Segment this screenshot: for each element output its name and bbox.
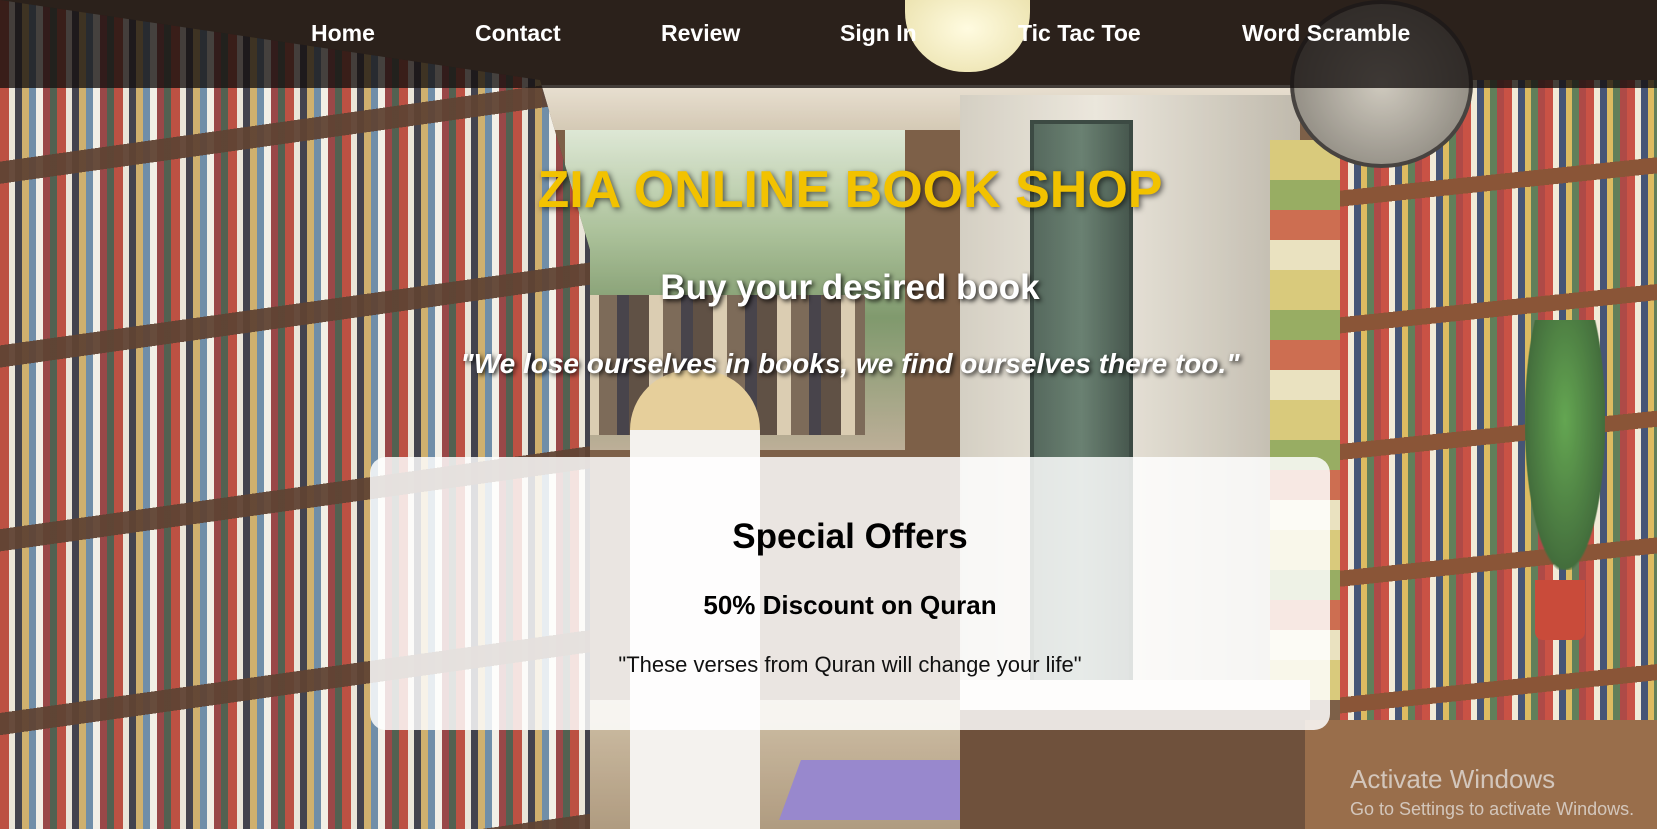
nav-home-link[interactable]: Home (311, 20, 375, 47)
special-offers-card: Special Offers 50% Discount on Quran "Th… (370, 457, 1330, 730)
watermark-subtitle: Go to Settings to activate Windows. (1350, 799, 1635, 819)
offer-description: "These verses from Quran will change you… (618, 652, 1082, 677)
watermark-title: Activate Windows (1350, 764, 1556, 794)
background-lamp (905, 0, 1030, 72)
nav-review-link[interactable]: Review (661, 20, 740, 47)
nav-sign-in-link[interactable]: Sign In (840, 20, 917, 47)
nav-tic-tac-toe-link[interactable]: Tic Tac Toe (1018, 20, 1141, 47)
activate-windows-watermark: Activate Windows Go to Settings to activ… (1350, 764, 1657, 820)
special-offers-heading: Special Offers (732, 517, 968, 556)
page-title: ZIA ONLINE BOOK SHOP (537, 161, 1163, 219)
hero-quote: "We lose ourselves in books, we find our… (460, 348, 1240, 379)
offer-title: 50% Discount on Quran (703, 590, 997, 620)
page: Home Contact Review Sign In Tic Tac Toe … (0, 0, 1657, 829)
nav-word-scramble-link[interactable]: Word Scramble (1242, 20, 1410, 47)
nav-contact-link[interactable]: Contact (475, 20, 561, 47)
top-navigation: Home Contact Review Sign In Tic Tac Toe … (0, 0, 1657, 88)
page-subtitle: Buy your desired book (660, 268, 1040, 307)
